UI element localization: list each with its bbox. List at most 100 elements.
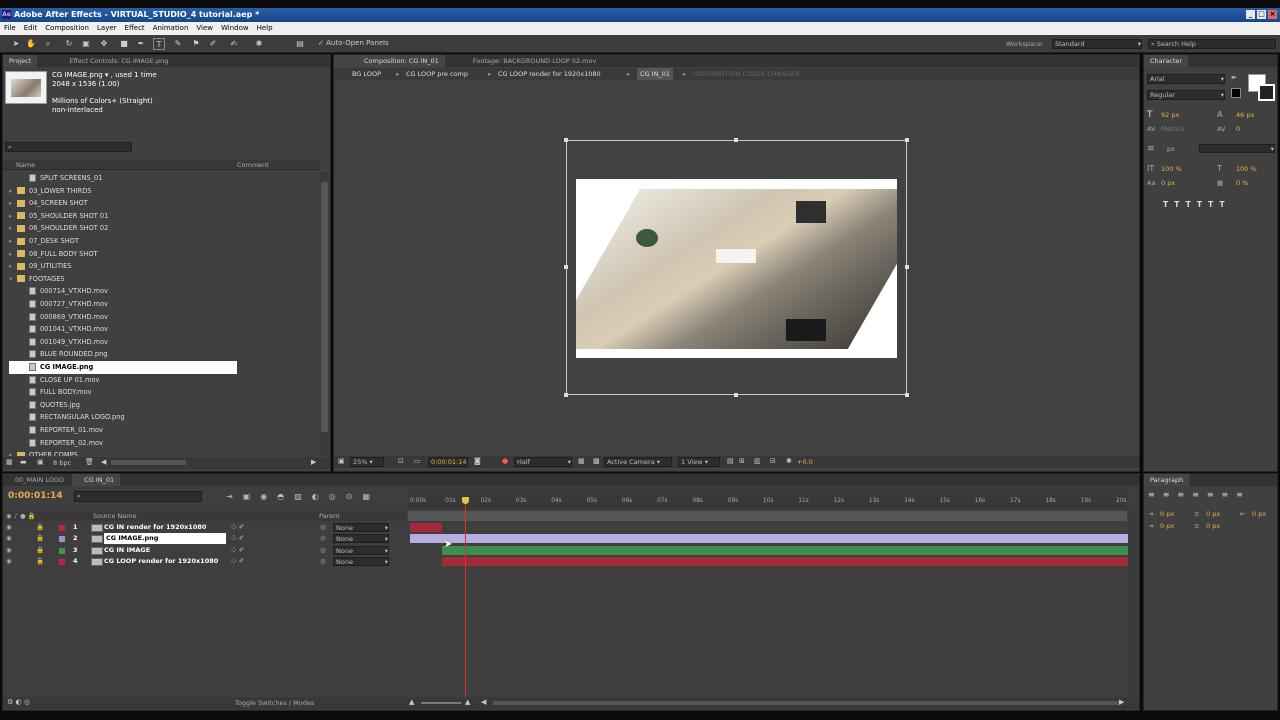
project-item[interactable]: 000714_VTXHD.mov — [9, 285, 309, 298]
bpc-label[interactable]: 8 bpc — [53, 459, 71, 467]
project-item[interactable]: FULL BODY.mov — [9, 386, 309, 399]
label-color-swatch[interactable] — [59, 558, 65, 565]
layer-duration-bar[interactable] — [441, 545, 1131, 555]
project-item[interactable]: ▸ 05_SHOULDER SHOT 01 — [9, 210, 309, 223]
handle-bm[interactable] — [734, 393, 738, 397]
breadcrumb-item[interactable]: CG IN_01 — [637, 68, 673, 80]
handle-ml[interactable] — [564, 265, 568, 269]
layer-name[interactable]: CG IMAGE.png — [104, 533, 226, 545]
disclosure-triangle-icon[interactable]: ▸ — [9, 235, 17, 248]
project-item[interactable]: REPORTER_01.mov — [9, 424, 309, 437]
breadcrumb-item[interactable]: BG LOOP — [352, 68, 381, 80]
stroke-type-select[interactable]: ▾ — [1199, 144, 1275, 153]
search-help-input[interactable]: ⌕ Search Help — [1148, 39, 1276, 49]
pickwhip-icon[interactable]: ◎ — [320, 533, 326, 544]
layer-switch-icons[interactable]: ⁘ ✐ — [231, 533, 244, 544]
disclosure-triangle-icon[interactable]: ▸ — [9, 260, 17, 273]
timeline-layer-row[interactable]: ◉ 🔒 1 CG IN render for 1920x1080 ⁘ ✐ ◎ None ▾ — [3, 522, 406, 533]
font-size-value[interactable]: 92 px — [1161, 111, 1179, 119]
timeline-layer-row[interactable]: ◉ 🔒 2 CG IMAGE.png ⁘ ✐ ◎ None ▾ — [3, 533, 406, 545]
breadcrumb-item[interactable]: CG LOOP render for 1920x1080 — [498, 68, 601, 80]
project-item[interactable]: ▸ 04_SCREEN SHOT — [9, 197, 309, 210]
indent-right-value[interactable]: 0 px — [1252, 510, 1266, 518]
timeline-switch-icons[interactable]: ⇥▣◉◓▧◐◎⊙▦ — [226, 492, 380, 501]
disclosure-triangle-icon[interactable]: ▸ — [9, 210, 17, 223]
font-family-select[interactable]: Arial ▾ — [1147, 74, 1225, 84]
disclosure-triangle-icon[interactable]: ▸ — [9, 197, 17, 210]
puppet-tool-icon[interactable]: ✱ — [253, 38, 265, 50]
layer-switch-icons[interactable]: ⁘ ✐ — [231, 545, 244, 556]
timeline-scroll-left-icon[interactable]: ◀ — [481, 698, 486, 706]
timeline-current-time[interactable]: 0:00:01:14 — [8, 491, 63, 501]
lock-icon[interactable]: 🔒 — [36, 533, 44, 544]
type-tool-icon[interactable]: T — [153, 38, 165, 50]
breadcrumb-item[interactable]: CG LOOP pre comp — [406, 68, 468, 80]
rotate-tool-icon[interactable]: ↻ — [63, 38, 75, 50]
tab-composition[interactable]: Composition: CG IN_01 — [334, 55, 445, 67]
parent-select[interactable]: None ▾ — [333, 534, 389, 544]
baseline-value[interactable]: 0 px — [1161, 179, 1175, 187]
new-comp-icon[interactable]: ▣ — [37, 458, 44, 466]
timeline-layer-row[interactable]: ◉ 🔒 3 CG IN IMAGE ⁘ ✐ ◎ None ▾ — [3, 545, 406, 556]
new-folder-icon[interactable]: ▬ — [20, 458, 27, 466]
timeline-vscrollbar[interactable] — [1128, 511, 1137, 696]
rectangle-tool-icon[interactable]: ■ — [118, 38, 130, 50]
eyedropper-icon[interactable]: ✒ — [1231, 74, 1237, 82]
comp-timecode[interactable]: 0:00:01:14 — [428, 457, 468, 467]
parent-select[interactable]: None ▾ — [333, 556, 389, 566]
interpret-footage-icon[interactable]: ▦ — [6, 458, 13, 466]
transparency-grid-icon[interactable]: ▩ — [593, 457, 600, 465]
col-comment[interactable]: Comment — [237, 161, 269, 169]
tab-effect-controls[interactable]: Effect Controls: CG IMAGE.png — [39, 55, 174, 67]
scroll-left-icon[interactable]: ◀ — [101, 458, 106, 466]
menu-view[interactable]: View — [192, 22, 217, 35]
hand-tool-icon[interactable]: ✋ — [25, 38, 37, 50]
pickwhip-icon[interactable]: ◎ — [320, 556, 326, 567]
color-channel-icon[interactable]: ● — [502, 457, 508, 465]
project-item[interactable]: REPORTER_02.mov — [9, 437, 309, 450]
zoom-in-icon[interactable]: ▲ — [465, 698, 470, 706]
resolution-select[interactable]: Half ▾ — [514, 457, 572, 467]
scroll-right-icon[interactable]: ▶ — [311, 458, 316, 466]
exposure-icon[interactable]: ✺ — [786, 457, 792, 465]
menu-composition[interactable]: Composition — [41, 22, 93, 35]
project-item[interactable]: CLOSE UP 01.mov — [9, 374, 309, 387]
space-before-value[interactable]: 0 px — [1206, 510, 1220, 518]
pen-tool-icon[interactable]: ✒ — [135, 38, 147, 50]
menu-file[interactable]: File — [0, 22, 20, 35]
hscale-value[interactable]: 100 % — [1236, 165, 1257, 173]
brush-tool-icon[interactable]: ✎ — [172, 38, 184, 50]
timeline-scroll-right-icon[interactable]: ▶ — [1119, 698, 1124, 706]
handle-br[interactable] — [905, 393, 909, 397]
col-name[interactable]: Name — [16, 161, 35, 169]
stroke-swatch[interactable] — [1231, 88, 1241, 98]
work-area-bar[interactable] — [408, 511, 1127, 521]
handle-tr[interactable] — [905, 138, 909, 142]
roi-icon[interactable]: ▦ — [578, 457, 585, 465]
pan-behind-tool-icon[interactable]: ✥ — [98, 38, 110, 50]
views-select[interactable]: 1 View ▾ — [678, 457, 720, 467]
workspace-panel-icon[interactable]: ▤ — [294, 38, 306, 50]
layer-duration-bar[interactable] — [410, 534, 1131, 544]
delete-icon[interactable]: 🗑 — [85, 458, 94, 466]
layer-duration-bar[interactable] — [441, 556, 1131, 566]
camera-select[interactable]: Active Camera ▾ — [604, 457, 672, 467]
auto-open-checkbox[interactable]: ✓ Auto-Open Panels — [318, 39, 389, 47]
project-item[interactable]: ▸ 08_FULL BODY SHOT — [9, 248, 309, 261]
indent-first-value[interactable]: 0 px — [1160, 522, 1174, 530]
eye-icon[interactable]: ◉ — [6, 522, 12, 533]
font-style-select[interactable]: Regular ▾ — [1147, 90, 1225, 100]
menu-help[interactable]: Help — [253, 22, 277, 35]
menu-effect[interactable]: Effect — [121, 22, 149, 35]
layer-switch-icons[interactable]: ⁘ ✐ — [231, 522, 244, 533]
minimize-button[interactable]: _ — [1246, 10, 1255, 19]
always-preview-icon[interactable]: ▣ — [338, 457, 345, 465]
indent-left-value[interactable]: 0 px — [1160, 510, 1174, 518]
breadcrumb-item[interactable]: LOGO/MOTION COLOR CHANGER — [693, 68, 800, 80]
fast-previews-icon[interactable]: ⊞ — [739, 457, 745, 465]
timeline-search-input[interactable]: ⌕ — [74, 491, 202, 502]
eraser-tool-icon[interactable]: ✐ — [207, 38, 219, 50]
clone-stamp-tool-icon[interactable]: ⚑ — [190, 38, 202, 50]
project-item[interactable]: SPLIT SCREENS_01 — [9, 172, 309, 185]
menu-edit[interactable]: Edit — [20, 22, 42, 35]
